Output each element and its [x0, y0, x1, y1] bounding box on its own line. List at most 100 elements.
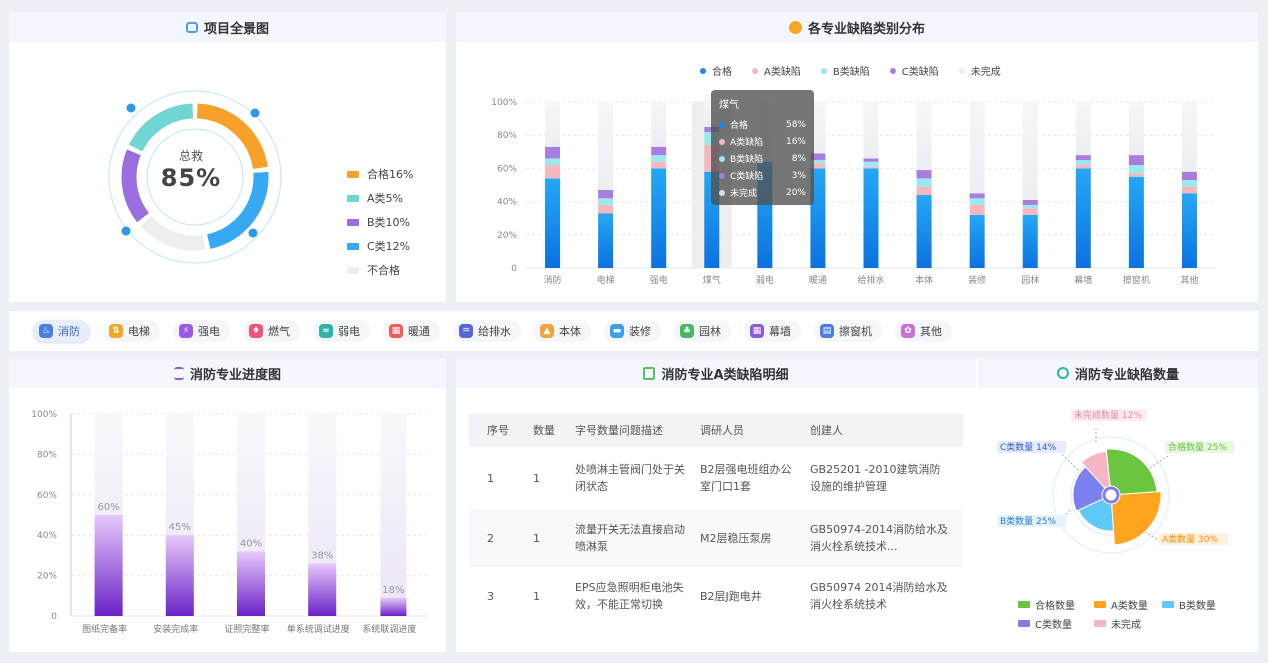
tab-3[interactable]: ♦ 燃气: [243, 320, 300, 342]
tab-5[interactable]: ▦ 暖通: [383, 320, 440, 342]
progress-bar[interactable]: [380, 597, 407, 616]
tab-2[interactable]: ⚡ 强电: [173, 320, 230, 342]
bar-segment[interactable]: [598, 102, 614, 190]
progress-bar[interactable]: [237, 551, 265, 616]
tab-10[interactable]: ▦ 幕墙: [744, 320, 801, 342]
table-row[interactable]: 2 1 流量开关无法直接启动喷淋泵 M2层稳压泵房 GB50974-2014消防…: [469, 509, 963, 567]
progress-panel: 消防专业进度图 0 20% 40% 60% 80% 100% 60% 图纸完备率 45% 安装完成…: [9, 358, 446, 652]
bar-segment[interactable]: [598, 198, 614, 205]
progress-bar[interactable]: [165, 535, 194, 616]
bar-segment[interactable]: [1128, 102, 1144, 156]
bar-segment[interactable]: [1181, 171, 1197, 181]
table-row[interactable]: 1 1 处喷淋主管阀门处于关闭状态 B2层强电班组办公室门口1套 GB25201…: [469, 447, 963, 509]
bar-segment[interactable]: [863, 168, 879, 268]
overview-panel: 项目全景图 总救 85% 合格16% A类5% B类10% C类12% 不合格: [9, 12, 446, 302]
tab-1[interactable]: ⇅ 电梯: [103, 320, 160, 342]
bar-segment[interactable]: [1022, 199, 1038, 205]
tab-4[interactable]: ≈ 弱电: [313, 320, 370, 342]
bar-segment[interactable]: [1128, 165, 1144, 174]
table-row[interactable]: 3 1 EPS应急照明柜电池失效，不能正常切换 B2层J跑电井 GB50974 …: [469, 567, 963, 625]
tab-12[interactable]: ✿ 其他: [895, 320, 952, 342]
bar-segment[interactable]: [916, 170, 932, 179]
tab-0[interactable]: ♨ 消防: [33, 320, 90, 342]
bar-segment[interactable]: [651, 146, 667, 156]
bar-segment[interactable]: [863, 158, 879, 162]
donut-marker-dot: [121, 226, 131, 236]
x-tick-label: 弱电: [756, 274, 774, 286]
bar-segment[interactable]: [969, 102, 985, 194]
bar-segment[interactable]: [545, 165, 561, 179]
bar-segment[interactable]: [916, 178, 932, 187]
tab-6[interactable]: ♒ 给排水: [453, 320, 521, 342]
x-tick-label: 装修: [968, 274, 986, 286]
bar-segment[interactable]: [545, 158, 561, 166]
bar-segment[interactable]: [651, 155, 667, 162]
donut-segment-qualified[interactable]: [196, 103, 268, 170]
progress-bar[interactable]: [308, 563, 337, 616]
bar-segment[interactable]: [1128, 176, 1144, 268]
tab-11[interactable]: ▤ 擦窗机: [814, 320, 882, 342]
bar-segment[interactable]: [1181, 186, 1197, 194]
bar-segment[interactable]: [1075, 165, 1091, 169]
legend-item: C类数量: [1018, 616, 1072, 631]
bar-segment[interactable]: [651, 168, 667, 268]
tab-label: 装修: [629, 325, 651, 338]
progress-bar-value: 40%: [240, 538, 262, 549]
legend-item: 未完成: [1094, 616, 1141, 631]
bar-segment[interactable]: [863, 161, 879, 167]
column-header: 创建人: [810, 413, 963, 447]
bar-segment[interactable]: [598, 189, 614, 199]
tab-icon: ≈: [319, 324, 333, 338]
bar-segment[interactable]: [1022, 208, 1038, 215]
rose-center: [1102, 486, 1120, 504]
tab-9[interactable]: ♣ 园林: [674, 320, 731, 342]
bar-segment[interactable]: [863, 166, 879, 169]
tab-icon: ▬: [610, 324, 624, 338]
progress-bar[interactable]: [94, 515, 123, 616]
tab-label: 本体: [559, 325, 581, 338]
bar-segment[interactable]: [545, 102, 561, 147]
bar-segment[interactable]: [1075, 160, 1091, 166]
bar-segment[interactable]: [1075, 102, 1091, 156]
bar-segment[interactable]: [969, 204, 985, 215]
progress-bar-value: 18%: [382, 585, 404, 596]
bar-segment[interactable]: [1128, 173, 1144, 177]
bar-segment[interactable]: [651, 161, 667, 169]
bar-segment[interactable]: [598, 204, 614, 214]
bar-segment[interactable]: [969, 198, 985, 205]
donut-segment-a[interactable]: [128, 103, 194, 152]
bar-segment[interactable]: [1128, 155, 1144, 166]
tab-label: 园林: [699, 325, 721, 338]
bar-segment[interactable]: [1075, 168, 1091, 268]
bar-segment[interactable]: [916, 186, 932, 195]
column-header: 调研人员: [700, 413, 810, 447]
bar-segment[interactable]: [1022, 102, 1038, 200]
rose-label: C类数量 14%: [1000, 441, 1057, 453]
bar-segment[interactable]: [545, 146, 561, 159]
tab-label: 擦窗机: [839, 325, 872, 338]
bar-segment[interactable]: [651, 102, 667, 147]
donut-segment-unqualified[interactable]: [140, 215, 206, 251]
bar-segment[interactable]: [1022, 204, 1038, 209]
bar-segment[interactable]: [969, 193, 985, 199]
bar-segment[interactable]: [1181, 102, 1197, 172]
tab-7[interactable]: ▲ 本体: [534, 320, 591, 342]
donut-segment-b[interactable]: [121, 149, 150, 223]
x-tick-label: 消防: [544, 274, 562, 286]
distribution-stacked-bar-chart: 020%40%60%80%100%消防 电梯 强电 煤气 弱电 暖通 给排水 本体 装修 园林 幕墙…: [491, 93, 1216, 286]
bar-segment[interactable]: [1181, 180, 1197, 187]
bar-segment[interactable]: [1181, 193, 1197, 268]
bar-segment[interactable]: [1075, 155, 1091, 161]
bar-segment[interactable]: [598, 213, 614, 268]
bar-segment[interactable]: [916, 194, 932, 268]
bar-segment[interactable]: [545, 178, 561, 268]
column-header: 字号数量问题描述: [575, 413, 700, 447]
bar-segment[interactable]: [1022, 214, 1038, 268]
tab-label: 电梯: [128, 325, 150, 338]
bar-segment[interactable]: [863, 102, 879, 159]
y-tick-label: 0: [511, 264, 517, 274]
legend-item: 合格数量: [1018, 597, 1075, 612]
bar-segment[interactable]: [916, 102, 932, 171]
tab-8[interactable]: ▬ 装修: [604, 320, 661, 342]
bar-segment[interactable]: [969, 214, 985, 268]
